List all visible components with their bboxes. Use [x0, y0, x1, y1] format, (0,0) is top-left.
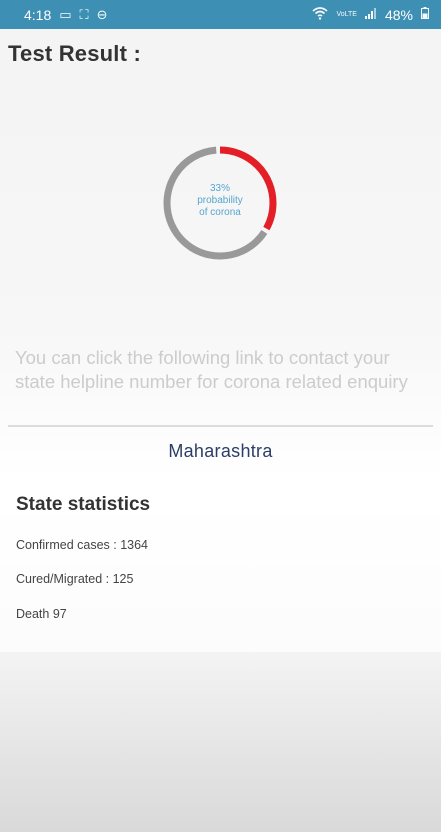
state-helpline-link[interactable]: Maharashtra	[0, 441, 441, 462]
volte-icon: VoLTE	[336, 11, 357, 18]
minus-circle-icon: ⊖	[96, 6, 108, 22]
helpline-info-text: You can click the following link to cont…	[15, 347, 408, 392]
battery-icon	[421, 7, 429, 22]
probability-ring: 33% probability of corona	[160, 143, 280, 263]
probability-label-line2: of corona	[199, 207, 241, 218]
divider	[8, 425, 433, 427]
battery-percent: 48%	[384, 6, 413, 23]
wifi-icon	[312, 6, 328, 23]
status-left: 4:18 ▭ ⛶ ⊖	[24, 7, 108, 23]
ring-center-label: 33% probability of corona	[180, 183, 260, 219]
screen-icon: ▭	[59, 6, 72, 22]
status-time: 4:18	[24, 6, 52, 23]
cured-migrated: Cured/Migrated : 125	[16, 572, 134, 586]
signal-icon	[364, 7, 377, 22]
status-right: VoLTE 48%	[312, 7, 429, 23]
page-title: Test Result :	[8, 41, 141, 66]
confirmed-cases: Confirmed cases : 1364	[16, 538, 149, 552]
probability-label-line1: probability	[197, 195, 243, 206]
expand-icon: ⛶	[79, 6, 89, 22]
state-statistics-heading: State statistics	[16, 494, 151, 515]
death-count: Death 97	[16, 607, 67, 621]
probability-value: 33%	[209, 183, 230, 194]
status-bar: 4:18 ▭ ⛶ ⊖ VoLTE 48%	[0, 0, 441, 29]
